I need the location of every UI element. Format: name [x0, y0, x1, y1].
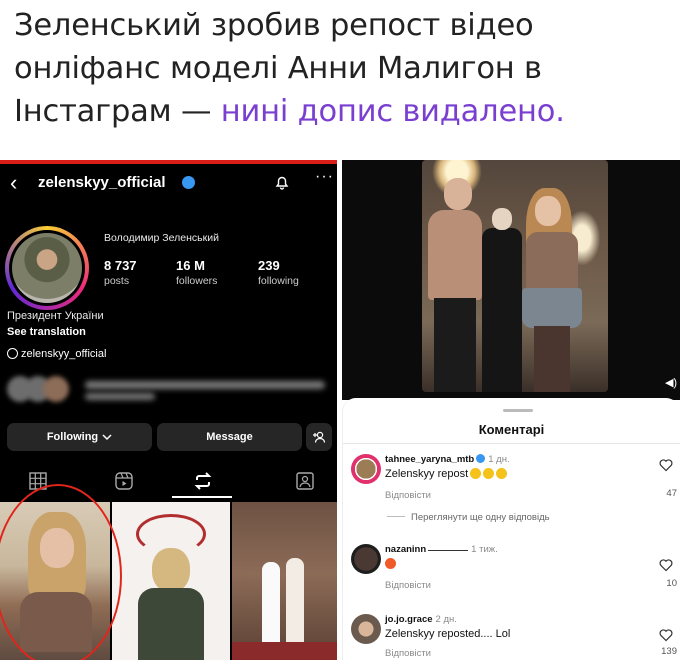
- threads-link[interactable]: zelenskyy_official: [7, 348, 106, 360]
- stat-value: 16 M: [176, 258, 205, 273]
- comment-time: 2 дн.: [435, 614, 457, 625]
- comment-time: 1 дн.: [488, 454, 510, 465]
- message-button[interactable]: Message: [157, 423, 302, 451]
- comment-username: tahnee_yaryna_mtb: [385, 454, 475, 465]
- chevron-left-icon[interactable]: ‹: [10, 170, 17, 196]
- chevron-down-icon: [102, 434, 112, 441]
- comment-text-content: Zelenskyy repost: [385, 468, 469, 480]
- comment-username: nazaninn: [385, 544, 427, 555]
- emoji-icon: [385, 558, 396, 569]
- comment-user[interactable]: tahnee_yaryna_mtb 1 дн.: [385, 454, 510, 465]
- threads-icon: [7, 348, 18, 359]
- cat-emoji-icon: [470, 468, 482, 479]
- avatar[interactable]: [351, 614, 381, 644]
- add-user-icon: [313, 431, 326, 443]
- reply-button[interactable]: Відповісти: [385, 648, 431, 659]
- reposts-icon[interactable]: [192, 470, 214, 492]
- stat-label: posts: [104, 275, 130, 287]
- reply-button[interactable]: Відповісти: [385, 490, 431, 501]
- video-panel[interactable]: ◀): [342, 160, 680, 400]
- stat-label: followers: [176, 275, 218, 287]
- message-label: Message: [206, 431, 253, 443]
- verified-badge-icon: [182, 176, 195, 189]
- following-label: Following: [46, 431, 99, 443]
- comment-text: Zelenskyy repost: [385, 468, 508, 480]
- video-frame: [422, 160, 608, 392]
- verified-badge-icon: [476, 454, 486, 463]
- heart-icon[interactable]: [659, 458, 673, 472]
- stat-posts[interactable]: 8 737 posts: [104, 258, 137, 287]
- active-tab-indicator: [172, 496, 232, 498]
- comment-username: jo.jo.grace: [385, 614, 433, 625]
- instagram-profile-panel: ‹ zelenskyy_official ··· Володимир Зелен…: [0, 160, 337, 660]
- stat-label: following: [258, 275, 299, 287]
- add-user-button[interactable]: [306, 423, 332, 451]
- profile-top-bar: ‹ zelenskyy_official ···: [0, 164, 337, 204]
- drag-handle[interactable]: [503, 409, 533, 412]
- article-headline: Зеленський зробив репост відео онліфанс …: [14, 4, 674, 133]
- threads-handle: zelenskyy_official: [21, 348, 107, 360]
- comments-sheet: Коментарі tahnee_yaryna_mtb 1 дн. Zelensk…: [342, 398, 680, 660]
- sound-icon[interactable]: ◀): [664, 376, 678, 390]
- comment-user[interactable]: jo.jo.grace 2 дн.: [385, 614, 457, 625]
- comment-text: [385, 558, 396, 570]
- heart-icon[interactable]: [659, 558, 673, 572]
- cat-emoji-icon: [496, 468, 508, 479]
- bell-icon[interactable]: [274, 174, 290, 190]
- view-more-replies[interactable]: Переглянути ще одну відповідь: [387, 512, 550, 523]
- more-icon[interactable]: ···: [315, 168, 334, 186]
- divider: [343, 443, 680, 444]
- view-more-replies-label: Переглянути ще одну відповідь: [411, 512, 550, 523]
- see-translation-link[interactable]: See translation: [7, 326, 86, 338]
- avatar[interactable]: [9, 230, 85, 306]
- stat-value: 8 737: [104, 258, 137, 273]
- profile-handle: zelenskyy_official: [38, 174, 166, 191]
- headline-highlight: нині допис видалено.: [220, 94, 565, 129]
- avatar[interactable]: [351, 454, 381, 484]
- comment-time: 1 тиж.: [471, 544, 498, 555]
- like-count: 139: [661, 646, 677, 657]
- post-thumbnail[interactable]: [232, 502, 337, 660]
- tagged-icon[interactable]: [294, 470, 316, 492]
- avatar[interactable]: [351, 544, 381, 574]
- like-count: 47: [666, 488, 677, 499]
- bio-title: Президент України: [7, 310, 104, 322]
- following-button[interactable]: Following: [7, 423, 152, 451]
- cat-emoji-icon: [483, 468, 495, 479]
- post-thumbnail[interactable]: [112, 502, 230, 660]
- reply-button[interactable]: Відповісти: [385, 580, 431, 591]
- profile-display-name: Володимир Зеленський: [104, 232, 219, 244]
- comment-user[interactable]: nazaninn 1 тиж.: [385, 544, 498, 555]
- heart-icon[interactable]: [659, 628, 673, 642]
- reels-icon[interactable]: [113, 470, 135, 492]
- stat-followers[interactable]: 16 M followers: [176, 258, 217, 287]
- stat-value: 239: [258, 258, 280, 273]
- followed-by-blurred: [7, 376, 327, 406]
- like-count: 10: [666, 578, 677, 589]
- comments-title: Коментарі: [478, 422, 545, 437]
- comment-text: Zelenskyy reposted.... Lol: [385, 628, 511, 640]
- stat-following[interactable]: 239 following: [258, 258, 299, 287]
